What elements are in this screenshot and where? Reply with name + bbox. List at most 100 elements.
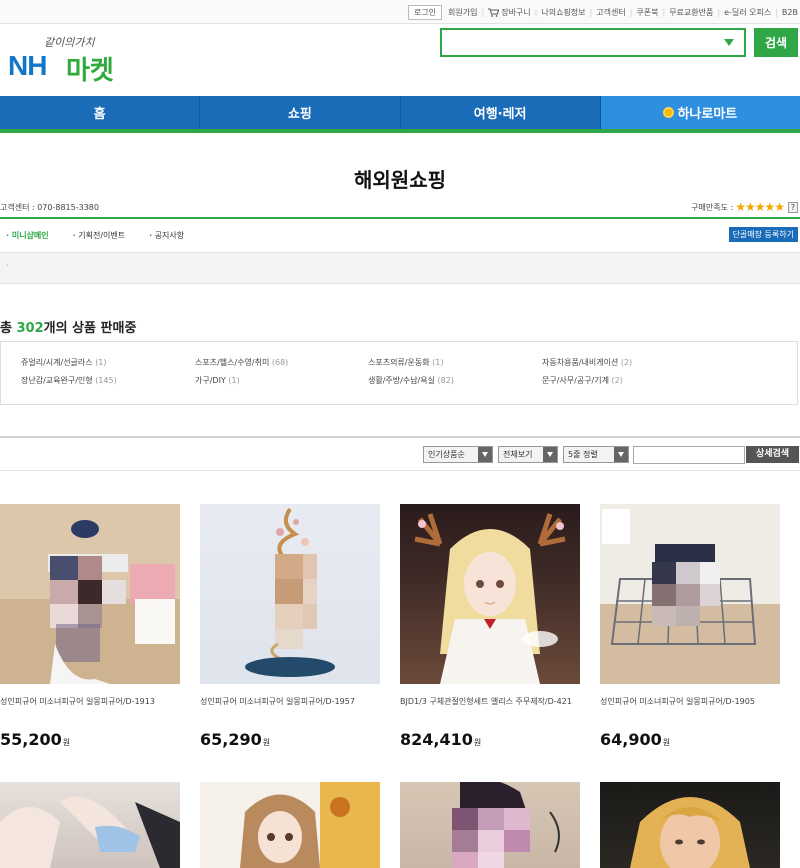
divider: [0, 436, 800, 438]
product-card[interactable]: [400, 782, 580, 868]
product-name[interactable]: 성인피규어 미소녀피규어 일몽피규어/D-1905: [600, 696, 755, 707]
top-link-myshop[interactable]: 나의쇼핑정보: [541, 7, 585, 18]
nav-shopping[interactable]: 쇼핑: [200, 96, 401, 129]
divider: |: [629, 8, 633, 17]
product-card[interactable]: [0, 782, 180, 868]
category-item[interactable]: 자동차용품/내비게이션 (2): [542, 357, 632, 368]
category-count: (1): [95, 358, 107, 367]
divider: |: [534, 8, 538, 17]
nav-travel[interactable]: 여행·레저: [401, 96, 601, 129]
divider: [0, 217, 800, 219]
category-count: (68): [271, 358, 289, 367]
top-link-cs[interactable]: 고객센터: [596, 7, 625, 18]
register-favorite-button[interactable]: 단골매장 등록하기: [728, 227, 798, 242]
header: 같이의가치 NH 마켓 검색: [0, 24, 800, 96]
product-image[interactable]: [400, 504, 580, 684]
divider: |: [481, 8, 485, 17]
product-card[interactable]: BJD1/3 구체관절인형세트 앨리스 주무제작/D-421 824,410원: [400, 504, 580, 749]
logo-market: 마켓: [66, 56, 114, 86]
divider: [0, 470, 800, 471]
product-image[interactable]: [400, 782, 580, 868]
product-price: 65,290원: [200, 730, 270, 749]
price-unit: 원: [473, 738, 482, 747]
divider: |: [589, 8, 593, 17]
filter-bar: 인기상품순 전체보기 5줄 정렬 상세검색: [0, 446, 800, 466]
logo-nh: NH: [8, 50, 47, 81]
product-name[interactable]: BJD1/3 구체관절인형세트 앨리스 주무제작/D-421: [400, 696, 572, 707]
nav-hanaro[interactable]: 하나로마트: [600, 96, 800, 129]
figure-image: [452, 782, 560, 868]
sort-select[interactable]: 인기상품순: [423, 446, 493, 463]
login-button[interactable]: 로그인: [407, 5, 443, 20]
doll-image: [200, 782, 380, 868]
logo[interactable]: 같이의가치 NH 마켓: [8, 34, 148, 86]
detail-search-input[interactable]: [633, 446, 745, 464]
product-card[interactable]: 성인피규어 미소녀피규어 일몽피규어/D-1957 65,290원: [200, 504, 380, 749]
main-nav: 홈 쇼핑 여행·레저 하나로마트: [0, 96, 800, 133]
subnav-notice[interactable]: · 공지사항: [149, 230, 184, 244]
product-image[interactable]: [600, 504, 780, 684]
chevron-down-icon: [478, 447, 492, 462]
category-name: 생활/주방/수납/욕실: [368, 376, 435, 385]
category-count: (1): [228, 376, 240, 385]
top-link-b2b[interactable]: B2B: [782, 8, 798, 17]
view-select[interactable]: 전체보기: [498, 446, 558, 463]
product-image[interactable]: [600, 782, 780, 868]
category-item[interactable]: 쥬얼리/시계/선글라스 (1): [21, 357, 107, 368]
product-card[interactable]: 성인피규어 미소녀피규어 일몽피규어/D-1913 55,200원: [0, 504, 180, 749]
divider: |: [662, 8, 666, 17]
top-link-coupon[interactable]: 쿠폰북: [636, 7, 658, 18]
columns-value: 5줄 정렬: [568, 450, 598, 459]
category-box: 쥬얼리/시계/선글라스 (1) 스포츠/헬스/수영/취미 (68) 스포츠의류/…: [0, 341, 798, 405]
top-nav: 로그인 회원가입 | 장바구니 | 나의쇼핑정보 | 고객센터 | 쿠폰북 | …: [407, 5, 798, 20]
product-image[interactable]: [200, 504, 380, 684]
product-card[interactable]: 성인피규어 미소녀피규어 일몽피규어/D-1905 64,900원: [600, 504, 780, 749]
sort-value: 인기상품순: [428, 450, 465, 459]
help-icon[interactable]: ?: [788, 201, 798, 213]
nav-home[interactable]: 홈: [0, 96, 201, 129]
view-value: 전체보기: [503, 450, 533, 459]
subnav-mini-main[interactable]: · 미니샵메인: [6, 230, 49, 244]
chevron-down-icon[interactable]: [724, 39, 734, 46]
category-count: (2): [611, 376, 623, 385]
product-image[interactable]: [200, 782, 380, 868]
category-item[interactable]: 문구/사무/공구/기계 (2): [542, 375, 623, 386]
subnav-label: 공지사항: [154, 231, 185, 240]
satisfaction-rating: 구매만족도 : ★★★★★ ?: [691, 200, 798, 214]
category-name: 문구/사무/공구/기계: [542, 376, 609, 385]
price-unit: 원: [262, 738, 271, 747]
top-link-dealer[interactable]: e-딜러 오피스: [724, 7, 771, 18]
divider: |: [717, 8, 721, 17]
top-link-return[interactable]: 무료교환반품: [669, 7, 713, 18]
product-name[interactable]: 성인피규어 미소녀피규어 일몽피규어/D-1913: [0, 696, 155, 707]
product-image[interactable]: [0, 504, 180, 684]
search-button[interactable]: 검색: [754, 28, 798, 57]
top-link-signup[interactable]: 회원가입: [448, 7, 477, 18]
product-name[interactable]: 성인피규어 미소녀피규어 일몽피규어/D-1957: [200, 696, 355, 707]
subnav-events[interactable]: · 기획전/이벤트: [73, 230, 125, 244]
category-name: 장난감/교육완구/인형: [21, 376, 93, 385]
category-name: 쥬얼리/시계/선글라스: [21, 358, 93, 367]
figure-image: [630, 797, 750, 868]
category-item[interactable]: 가구/DIY (1): [195, 375, 240, 386]
product-card[interactable]: [200, 782, 380, 868]
detail-search-button[interactable]: 상세검색: [746, 446, 799, 463]
category-item[interactable]: 스포츠/헬스/수영/취미 (68): [195, 357, 288, 368]
category-name: 스포츠/헬스/수영/취미: [195, 358, 270, 367]
star-icon: ★★★★★: [735, 200, 785, 214]
price-unit: 원: [62, 738, 71, 747]
top-link-cart[interactable]: 장바구니: [488, 7, 531, 18]
customer-center: 고객센터 : 070-8815-3380: [0, 203, 99, 212]
doll-image: [414, 513, 566, 684]
product-image[interactable]: [0, 782, 180, 868]
figure-image: [0, 796, 180, 868]
product-card[interactable]: [600, 782, 780, 868]
category-item[interactable]: 스포츠의류/운동화 (1): [368, 357, 443, 368]
category-item[interactable]: 생활/주방/수납/욕실 (82): [368, 375, 454, 386]
subnav-label: 미니샵메인: [11, 231, 49, 240]
total-prefix: 총: [0, 321, 17, 336]
columns-select[interactable]: 5줄 정렬: [563, 446, 629, 463]
category-count: (1): [432, 358, 444, 367]
category-item[interactable]: 장난감/교육완구/인형 (145): [21, 375, 117, 386]
search-input[interactable]: [440, 28, 746, 57]
